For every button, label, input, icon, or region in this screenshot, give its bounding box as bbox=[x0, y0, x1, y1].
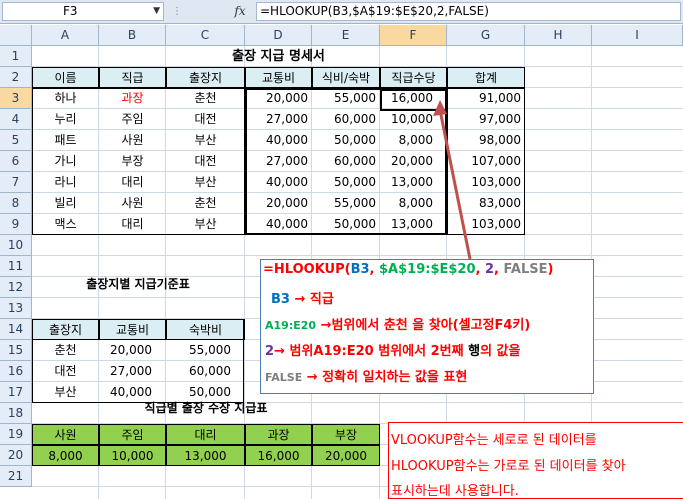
annot-line3: A19:E20 →범위에서 춘천 을 찾아(셀고정F4키) bbox=[265, 314, 530, 333]
note-line2: HLOOKUP함수는 가로로 된 데이터를 찾아 bbox=[391, 459, 626, 474]
annot5-rest: → 정확히 일치하는 값을 표현 bbox=[302, 370, 468, 385]
annot-false: FALSE bbox=[503, 262, 548, 277]
note-box: VLOOKUP함수는 세로로 된 데이터를 HLOOKUP함수는 가로로 된 데… bbox=[388, 422, 683, 499]
arrow-head bbox=[433, 100, 447, 116]
annot2-b3: B3 bbox=[271, 292, 290, 307]
annot-two: 2 bbox=[485, 262, 495, 277]
annot-line5: FALSE → 정확히 일치하는 값을 표현 bbox=[265, 366, 467, 385]
annot4-two: 2 bbox=[265, 344, 275, 359]
annot-comma3: , bbox=[494, 262, 504, 277]
excel-window: F3 ▼ ⋮ fx =HLOOKUP(B3,$A$19:$E$20,2,FALS… bbox=[0, 0, 683, 499]
annot5-false: FALSE bbox=[265, 371, 303, 384]
annot-eq: =HLOOKUP( bbox=[263, 262, 351, 277]
annot-range: $A$19:$E$20 bbox=[379, 262, 476, 277]
formula-explanation-box: =HLOOKUP(B3, $A$19:$E$20, 2, FALSE) B3 →… bbox=[260, 259, 594, 394]
annot-comma2: , bbox=[475, 262, 485, 277]
annot3-range: A19:E20 bbox=[265, 319, 317, 332]
annot-line2: B3 → 직급 bbox=[271, 288, 334, 307]
annot3-rest: →범위에서 춘천 을 찾아(셀고정F4키) bbox=[316, 318, 531, 333]
annot-comma1: , bbox=[369, 262, 380, 277]
arrow-line bbox=[438, 109, 472, 260]
annot-line4: 2→ 범위A19:E20 범위에서 2번째 행의 값을 bbox=[265, 340, 520, 359]
annot-line1: =HLOOKUP(B3, $A$19:$E$20, 2, FALSE) bbox=[263, 262, 553, 277]
annot4-end: 의 값을 bbox=[480, 344, 521, 359]
note-line3: 표시하는데 사용합니다. bbox=[391, 484, 519, 499]
annot2-rest: → 직급 bbox=[289, 292, 334, 307]
note-line1: VLOOKUP함수는 세로로 된 데이터를 bbox=[391, 433, 597, 448]
annot4-bold: 행 bbox=[468, 344, 481, 359]
annot-b3: B3 bbox=[350, 262, 370, 277]
annot-close: ) bbox=[547, 262, 554, 277]
annot4-rest: → 범위A19:E20 범위에서 2번째 bbox=[274, 344, 469, 359]
